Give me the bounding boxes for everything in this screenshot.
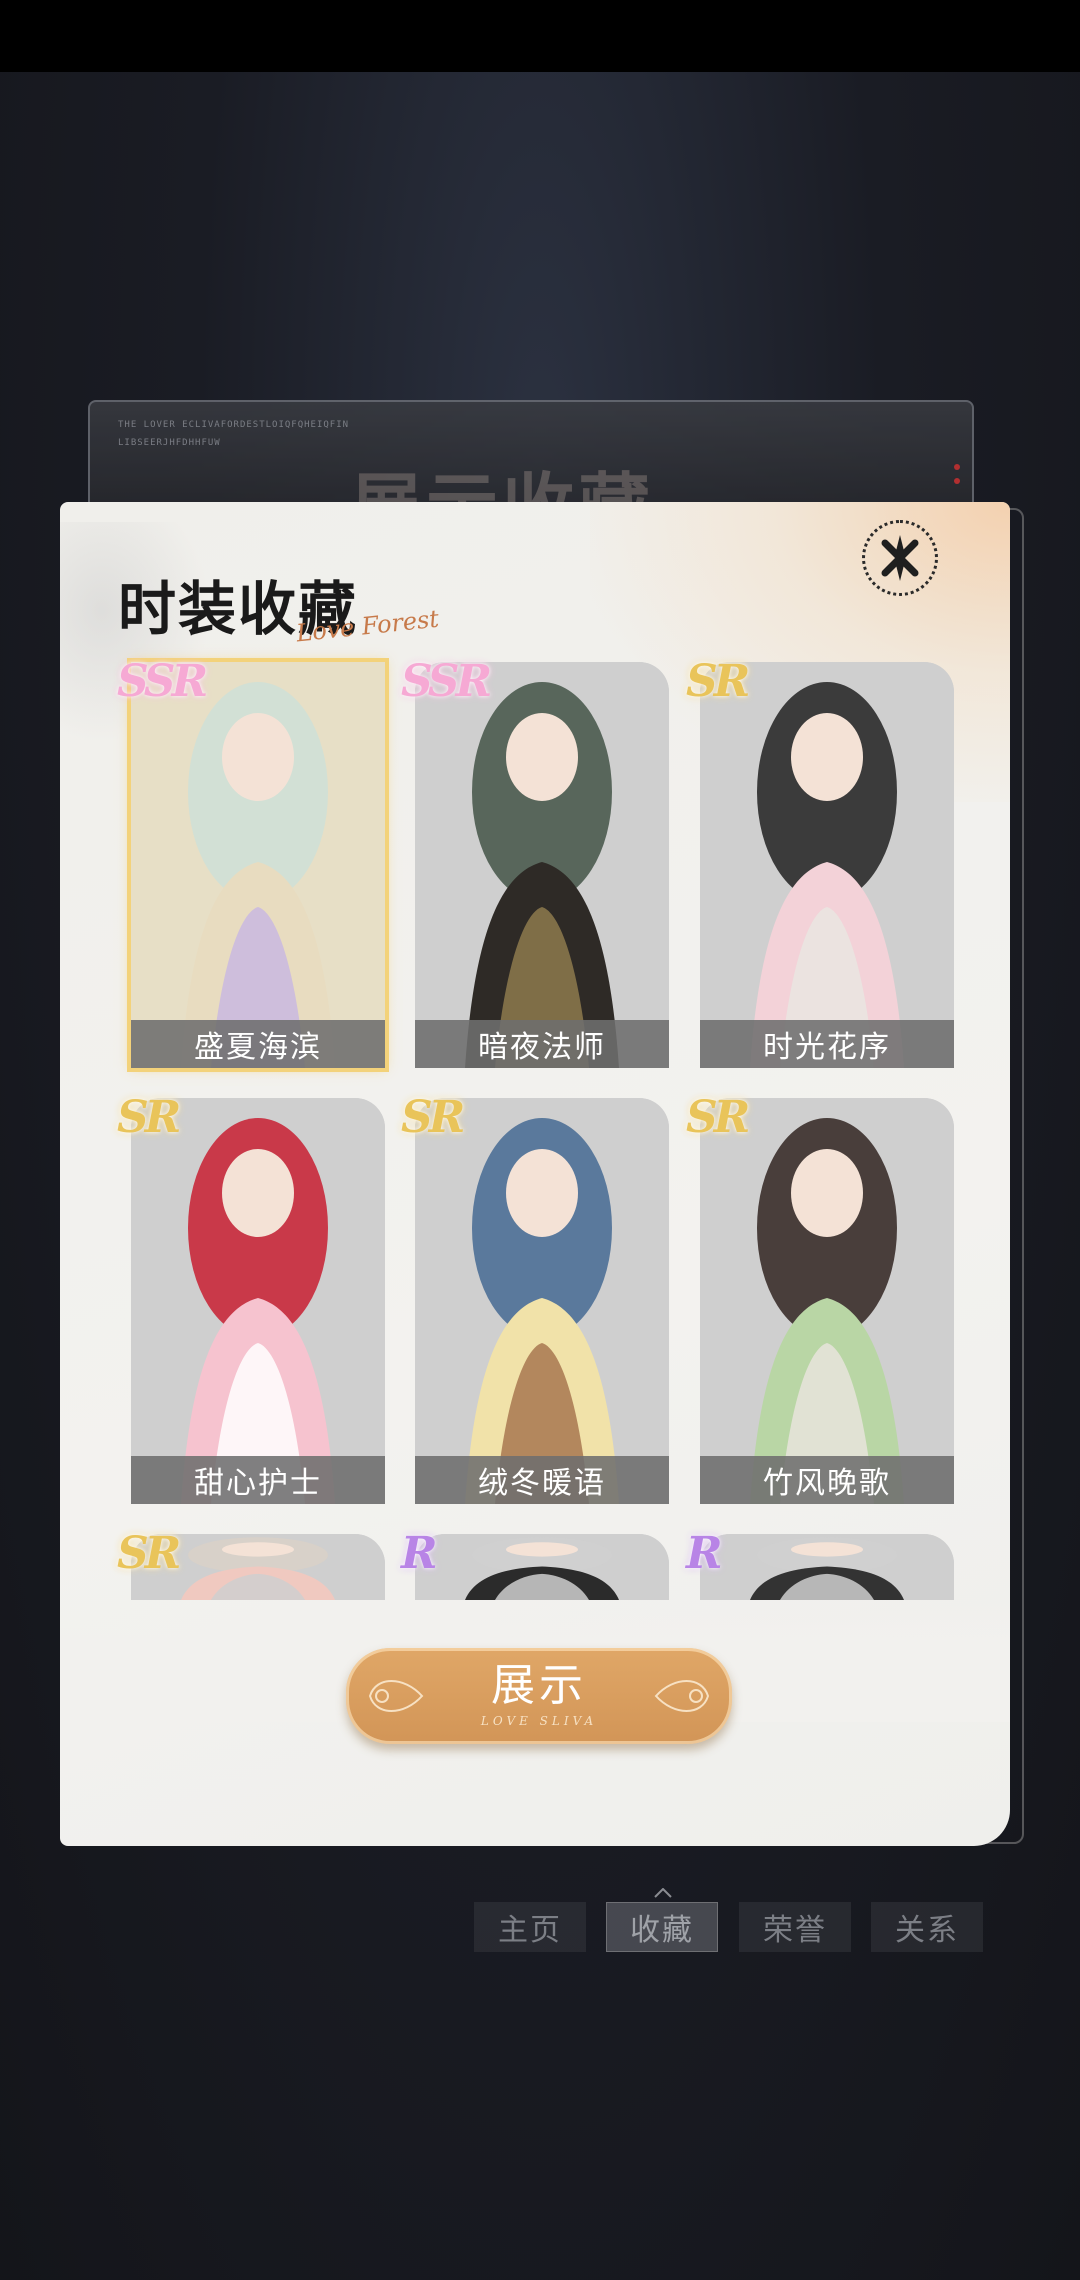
outfit-card[interactable]	[415, 1534, 669, 1600]
outfit-name-label: 盛夏海滨	[131, 1020, 385, 1068]
outfit-portrait-image	[700, 1098, 954, 1504]
show-button-subtitle: LOVE SLIVA	[480, 1714, 598, 1728]
outfit-card[interactable]: 绒冬暖语	[415, 1098, 669, 1504]
outfit-portrait-image	[700, 662, 954, 1068]
ornament-icon	[368, 1680, 424, 1712]
outfit-card[interactable]	[700, 1534, 954, 1600]
active-tab-caret-icon	[654, 1888, 672, 1898]
show-button[interactable]: 展示 LOVE SLIVA	[346, 1648, 732, 1744]
background-tiny-text-2: LIBSEERJHFDHHFUW	[118, 438, 221, 448]
rarity-badge: R	[686, 1528, 723, 1579]
outfit-card[interactable]: 甜心护士	[131, 1098, 385, 1504]
rarity-badge: SR	[117, 1528, 181, 1579]
outfit-portrait-image	[415, 1534, 669, 1600]
indicator-dot	[954, 464, 960, 470]
ornament-icon	[654, 1680, 710, 1712]
rarity-badge: SSR	[117, 656, 208, 707]
outfit-card[interactable]: 盛夏海滨	[131, 662, 385, 1068]
outfit-portrait-image	[131, 1098, 385, 1504]
tab-3[interactable]: 关系	[871, 1902, 983, 1952]
outfit-name-label: 竹风晚歌	[700, 1456, 954, 1504]
outfit-card[interactable]: 暗夜法师	[415, 662, 669, 1068]
outfit-name-label: 甜心护士	[131, 1456, 385, 1504]
tab-2[interactable]: 荣誉	[739, 1902, 851, 1952]
outfit-portrait-image	[700, 1534, 954, 1600]
outfit-portrait-image	[415, 662, 669, 1068]
rarity-badge: SR	[117, 1092, 181, 1143]
close-x-icon	[881, 535, 919, 581]
rarity-badge: SSR	[401, 656, 492, 707]
tab-0[interactable]: 主页	[474, 1902, 586, 1952]
outfit-portrait-image	[415, 1098, 669, 1504]
close-button[interactable]	[862, 520, 938, 596]
outfit-card[interactable]: 时光花序	[700, 662, 954, 1068]
rarity-badge: R	[401, 1528, 438, 1579]
background-tiny-text: THE LOVER ECLIVAFORDESTLOIQFQHEIQFIN	[118, 420, 350, 430]
rarity-badge: SR	[686, 656, 750, 707]
tab-1[interactable]: 收藏	[606, 1902, 718, 1952]
status-bar	[0, 0, 1080, 72]
show-button-label: 展示	[491, 1660, 587, 1711]
outfit-name-label: 时光花序	[700, 1020, 954, 1068]
rarity-badge: SR	[686, 1092, 750, 1143]
outfit-name-label: 暗夜法师	[415, 1020, 669, 1068]
outfit-portrait-image	[131, 662, 385, 1068]
outfit-card[interactable]: 竹风晚歌	[700, 1098, 954, 1504]
outfit-name-label: 绒冬暖语	[415, 1456, 669, 1504]
rarity-badge: SR	[401, 1092, 465, 1143]
indicator-dot	[954, 478, 960, 484]
